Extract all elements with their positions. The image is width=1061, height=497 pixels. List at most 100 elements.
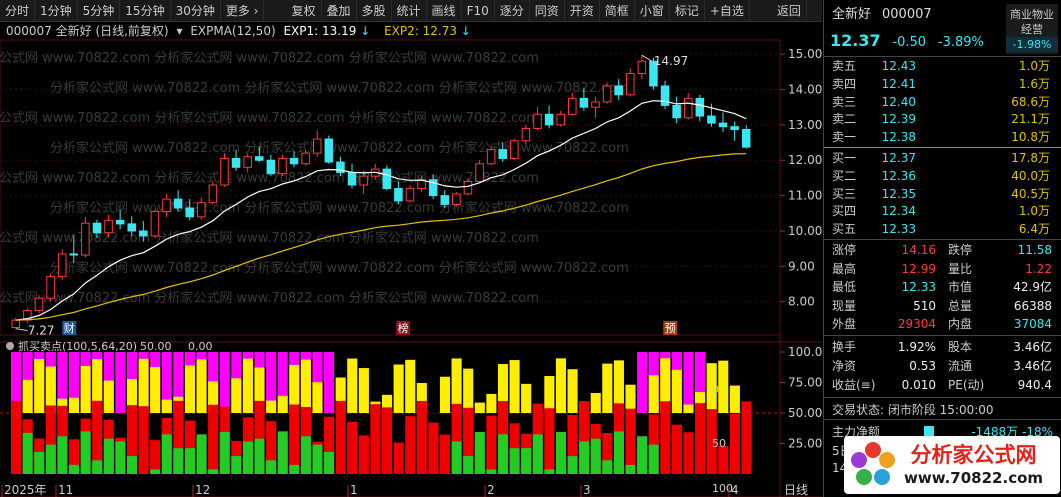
price-axis-label: 10.00 xyxy=(788,224,822,238)
toolbar-item-17[interactable]: 小窗 xyxy=(635,0,670,22)
ask-label: 卖五 xyxy=(832,59,857,73)
sub-bar-red xyxy=(544,408,555,474)
candle-body xyxy=(394,188,403,202)
sub-bar-magenta xyxy=(428,352,439,413)
toolbar-item-5[interactable]: 更多 › xyxy=(221,0,265,22)
flower-logo-icon xyxy=(851,442,895,485)
price-axis-label: 8.00 xyxy=(788,295,815,309)
candle-body xyxy=(266,159,276,175)
sub-bar-red xyxy=(393,442,404,474)
toolbar-item-3[interactable]: 15分钟 xyxy=(120,0,171,22)
sub-bar-red xyxy=(138,406,149,474)
toolbar-item-2[interactable]: 5分钟 xyxy=(78,0,121,22)
ask-row: 卖三 12.40 68.6万 xyxy=(824,94,1061,111)
candle-body xyxy=(301,152,310,165)
bid-row: 买五 12.33 6.4万 xyxy=(824,221,1061,238)
sub-bar-green xyxy=(509,448,520,474)
ask-price: 12.41 xyxy=(881,76,916,91)
event-marker: 榜 xyxy=(398,321,409,335)
ask-label: 卖三 xyxy=(832,94,857,109)
candle-body xyxy=(683,97,693,119)
candle-body xyxy=(139,230,148,237)
toolbar-item-4[interactable]: 30分钟 xyxy=(171,0,221,22)
candle-body xyxy=(150,211,160,237)
sub-bar-yellow xyxy=(161,399,172,413)
sub-bar-yellow xyxy=(555,358,566,413)
sub-bar-yellow xyxy=(184,365,195,413)
bid-label: 买五 xyxy=(832,222,857,237)
sub-bar-red xyxy=(11,400,22,474)
sub-bar-green xyxy=(544,469,555,474)
bid-volume: 40.0万 xyxy=(1011,168,1050,183)
candle-body xyxy=(486,149,496,165)
bid-row: 买三 12.35 40.5万 xyxy=(824,186,1061,203)
toolbar-item-10[interactable]: 统计 xyxy=(392,0,427,22)
toolbar-item-11[interactable]: 画线 xyxy=(427,0,462,22)
bid-volume: 1.0万 xyxy=(1018,204,1050,219)
stat-value: 12.99 xyxy=(901,261,936,276)
toolbar-item-8[interactable]: 叠加 xyxy=(322,0,357,22)
candle-body xyxy=(718,122,728,128)
sub-bar-green xyxy=(231,456,242,474)
candle-body xyxy=(197,202,206,218)
sub-bar-green xyxy=(451,441,462,474)
ask-price: 12.43 xyxy=(881,59,916,73)
toolbar-item-1[interactable]: 1分钟 xyxy=(35,0,78,22)
toolbar-item-18[interactable]: 标记 xyxy=(670,0,705,22)
sub-bar-yellow xyxy=(80,365,91,413)
candle-body xyxy=(81,222,90,256)
toolbar-item-13[interactable]: 逐分 xyxy=(495,0,530,22)
sub-bar-yellow xyxy=(521,383,532,413)
stat-value-2: 1.22 xyxy=(1025,261,1052,276)
watermark-text: 分析家公式网 www.70822.com 分析家公式网 www.70822.co… xyxy=(0,50,539,66)
toolbar-item-21[interactable]: 返回 xyxy=(772,0,807,22)
sub-bar-green xyxy=(196,434,207,474)
candle-body xyxy=(556,113,565,126)
sub-bar-green xyxy=(219,431,230,474)
toolbar-item-12[interactable]: F10 xyxy=(462,0,495,22)
toolbar-item-7[interactable]: 复权 xyxy=(286,0,322,22)
toolbar-item-0[interactable]: 分时 xyxy=(0,0,36,22)
candle-body xyxy=(208,184,218,204)
industry-name: 商业物业经营 xyxy=(1010,8,1054,36)
sub-bar-yellow xyxy=(312,382,323,413)
logo-title: 分析家公式网 xyxy=(910,443,1037,467)
watermark-text: 分析家公式网 www.70822.com 分析家公式网 www.70822.co… xyxy=(0,230,539,246)
sub-bar-red xyxy=(671,424,682,474)
sub-bar-yellow xyxy=(463,368,474,413)
sub-bar-green xyxy=(92,460,103,474)
sub-collapse-icon xyxy=(6,342,14,350)
watermark-text: 分析家公式网 www.70822.com 分析家公式网 www.70822.co… xyxy=(50,200,629,216)
sub-bar-magenta xyxy=(324,352,335,413)
candle-body xyxy=(521,127,531,142)
bid-label: 买三 xyxy=(832,186,857,201)
price-axis-label: 9.00 xyxy=(788,259,815,273)
stock-name: 全新好 xyxy=(832,7,872,22)
toolbar-item-19[interactable]: +自选 xyxy=(705,0,750,22)
candle-body xyxy=(185,207,194,218)
bid-row: 买一 12.37 17.8万 xyxy=(824,150,1061,167)
stat-value: 510 xyxy=(913,298,936,313)
sub-bar-green xyxy=(521,448,532,474)
sub-bar-green xyxy=(300,436,311,474)
sub-bar-yellow xyxy=(567,369,578,413)
stat-row: 外盘 29304 内盘 37084 xyxy=(824,316,1061,333)
candle-body xyxy=(254,156,264,161)
candle-body xyxy=(614,85,623,96)
stat-label-2: 跌停 xyxy=(948,243,973,257)
toolbar-item-9[interactable]: 多股 xyxy=(357,0,392,22)
sub-bar-green xyxy=(22,432,33,474)
candle-body xyxy=(69,253,79,256)
sub-bar-yellow xyxy=(300,359,311,413)
bid-volume: 17.8万 xyxy=(1011,151,1050,165)
event-marker: 预 xyxy=(665,322,676,335)
candle-body xyxy=(127,223,137,232)
kline-chart-area[interactable]: 15.0014.0013.0012.0011.0010.009.008.00分析… xyxy=(0,22,822,497)
sub-bar-green xyxy=(184,448,195,474)
toolbar-item-16[interactable]: 简框 xyxy=(600,0,635,22)
industry-badge[interactable]: 商业物业经营 -1.98% xyxy=(1006,4,1058,54)
toolbar-item-15[interactable]: 开资 xyxy=(565,0,600,22)
ask-volume: 21.1万 xyxy=(1011,112,1050,127)
period-label: 日线 xyxy=(784,483,808,497)
toolbar-item-14[interactable]: 同资 xyxy=(530,0,565,22)
